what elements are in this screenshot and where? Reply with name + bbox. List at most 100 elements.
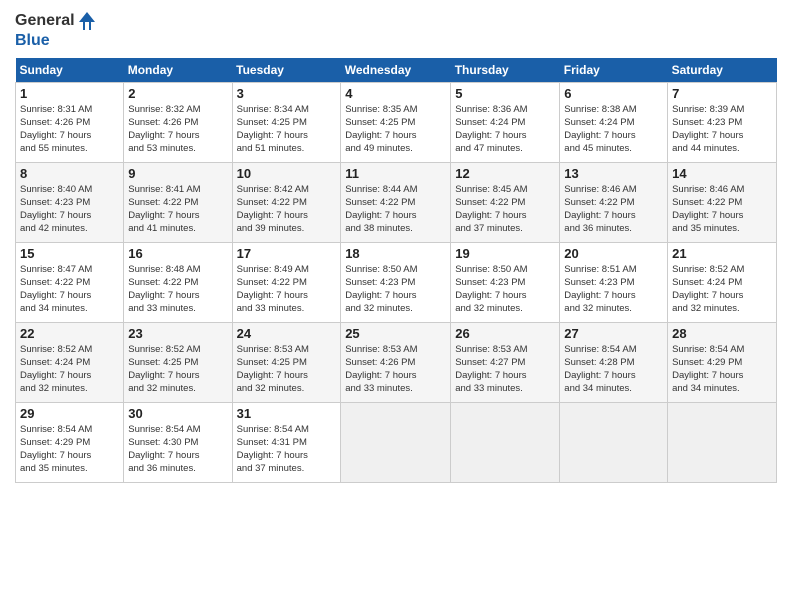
- calendar-week-2: 8 Sunrise: 8:40 AM Sunset: 4:23 PM Daylig…: [16, 162, 777, 242]
- day-info: Sunrise: 8:54 AM Sunset: 4:30 PM Dayligh…: [128, 423, 227, 476]
- calendar-week-3: 15Sunrise: 8:47 AM Sunset: 4:22 PM Dayli…: [16, 242, 777, 322]
- day-info: Sunrise: 8:52 AM Sunset: 4:25 PM Dayligh…: [128, 343, 227, 396]
- page-header: General Blue: [15, 10, 777, 50]
- calendar-cell: [560, 402, 668, 482]
- day-number: 17: [237, 246, 337, 261]
- calendar-cell: 14Sunrise: 8:46 AM Sunset: 4:22 PM Dayli…: [668, 162, 777, 242]
- day-number: 27: [564, 326, 663, 341]
- calendar-cell: 15Sunrise: 8:47 AM Sunset: 4:22 PM Dayli…: [16, 242, 124, 322]
- calendar-cell: 18 Sunrise: 8:50 AM Sunset: 4:23 PM Dayli…: [341, 242, 451, 322]
- day-info: Sunrise: 8:54 AM Sunset: 4:29 PM Dayligh…: [20, 423, 119, 476]
- calendar-cell: 17 Sunrise: 8:49 AM Sunset: 4:22 PM Dayli…: [232, 242, 341, 322]
- calendar-week-4: 22 Sunrise: 8:52 AM Sunset: 4:24 PM Dayli…: [16, 322, 777, 402]
- calendar-cell: 30 Sunrise: 8:54 AM Sunset: 4:30 PM Dayli…: [124, 402, 232, 482]
- weekday-header-thursday: Thursday: [451, 58, 560, 83]
- day-info: Sunrise: 8:53 AM Sunset: 4:27 PM Dayligh…: [455, 343, 555, 396]
- calendar-week-1: 1Sunrise: 8:31 AM Sunset: 4:26 PM Daylig…: [16, 82, 777, 162]
- calendar-cell: 28 Sunrise: 8:54 AM Sunset: 4:29 PM Dayli…: [668, 322, 777, 402]
- calendar-cell: 3 Sunrise: 8:34 AM Sunset: 4:25 PM Daylig…: [232, 82, 341, 162]
- day-info: Sunrise: 8:38 AM Sunset: 4:24 PM Dayligh…: [564, 103, 663, 156]
- day-number: 18: [345, 246, 446, 261]
- weekday-header-monday: Monday: [124, 58, 232, 83]
- calendar-cell: 22 Sunrise: 8:52 AM Sunset: 4:24 PM Dayli…: [16, 322, 124, 402]
- calendar-cell: 31 Sunrise: 8:54 AM Sunset: 4:31 PM Dayli…: [232, 402, 341, 482]
- calendar-cell: 9 Sunrise: 8:41 AM Sunset: 4:22 PM Daylig…: [124, 162, 232, 242]
- day-number: 5: [455, 86, 555, 101]
- day-number: 24: [237, 326, 337, 341]
- day-number: 9: [128, 166, 227, 181]
- day-info: Sunrise: 8:54 AM Sunset: 4:29 PM Dayligh…: [672, 343, 772, 396]
- calendar-cell: 1Sunrise: 8:31 AM Sunset: 4:26 PM Daylig…: [16, 82, 124, 162]
- day-info: Sunrise: 8:48 AM Sunset: 4:22 PM Dayligh…: [128, 263, 227, 316]
- calendar-cell: 6 Sunrise: 8:38 AM Sunset: 4:24 PM Daylig…: [560, 82, 668, 162]
- day-info: Sunrise: 8:50 AM Sunset: 4:23 PM Dayligh…: [345, 263, 446, 316]
- day-number: 1: [20, 86, 119, 101]
- day-number: 13: [564, 166, 663, 181]
- logo-arrow-icon: [77, 10, 97, 32]
- logo-blue: Blue: [15, 32, 97, 50]
- day-number: 3: [237, 86, 337, 101]
- day-info: Sunrise: 8:41 AM Sunset: 4:22 PM Dayligh…: [128, 183, 227, 236]
- day-info: Sunrise: 8:51 AM Sunset: 4:23 PM Dayligh…: [564, 263, 663, 316]
- day-number: 2: [128, 86, 227, 101]
- page-container: General Blue SundayMondayTuesdayWednesda…: [0, 0, 792, 493]
- day-info: Sunrise: 8:52 AM Sunset: 4:24 PM Dayligh…: [20, 343, 119, 396]
- calendar-cell: 4Sunrise: 8:35 AM Sunset: 4:25 PM Daylig…: [341, 82, 451, 162]
- logo: General Blue: [15, 10, 97, 50]
- day-number: 11: [345, 166, 446, 181]
- weekday-header-tuesday: Tuesday: [232, 58, 341, 83]
- day-number: 31: [237, 406, 337, 421]
- day-info: Sunrise: 8:53 AM Sunset: 4:25 PM Dayligh…: [237, 343, 337, 396]
- day-info: Sunrise: 8:42 AM Sunset: 4:22 PM Dayligh…: [237, 183, 337, 236]
- calendar-cell: 13Sunrise: 8:46 AM Sunset: 4:22 PM Dayli…: [560, 162, 668, 242]
- calendar-cell: 19Sunrise: 8:50 AM Sunset: 4:23 PM Dayli…: [451, 242, 560, 322]
- day-info: Sunrise: 8:44 AM Sunset: 4:22 PM Dayligh…: [345, 183, 446, 236]
- day-info: Sunrise: 8:45 AM Sunset: 4:22 PM Dayligh…: [455, 183, 555, 236]
- day-number: 22: [20, 326, 119, 341]
- day-number: 19: [455, 246, 555, 261]
- day-number: 14: [672, 166, 772, 181]
- day-info: Sunrise: 8:49 AM Sunset: 4:22 PM Dayligh…: [237, 263, 337, 316]
- calendar-cell: 29 Sunrise: 8:54 AM Sunset: 4:29 PM Dayli…: [16, 402, 124, 482]
- calendar-cell: 20 Sunrise: 8:51 AM Sunset: 4:23 PM Dayli…: [560, 242, 668, 322]
- day-number: 26: [455, 326, 555, 341]
- calendar-table: SundayMondayTuesdayWednesdayThursdayFrid…: [15, 58, 777, 483]
- day-number: 29: [20, 406, 119, 421]
- calendar-cell: [341, 402, 451, 482]
- weekday-header-saturday: Saturday: [668, 58, 777, 83]
- day-number: 7: [672, 86, 772, 101]
- day-number: 10: [237, 166, 337, 181]
- calendar-cell: 16 Sunrise: 8:48 AM Sunset: 4:22 PM Dayli…: [124, 242, 232, 322]
- logo-general: General: [15, 12, 75, 30]
- weekday-header-sunday: Sunday: [16, 58, 124, 83]
- calendar-header-row: SundayMondayTuesdayWednesdayThursdayFrid…: [16, 58, 777, 83]
- day-number: 16: [128, 246, 227, 261]
- weekday-header-friday: Friday: [560, 58, 668, 83]
- calendar-cell: 8 Sunrise: 8:40 AM Sunset: 4:23 PM Daylig…: [16, 162, 124, 242]
- day-number: 6: [564, 86, 663, 101]
- day-number: 8: [20, 166, 119, 181]
- day-info: Sunrise: 8:32 AM Sunset: 4:26 PM Dayligh…: [128, 103, 227, 156]
- calendar-cell: 25Sunrise: 8:53 AM Sunset: 4:26 PM Dayli…: [341, 322, 451, 402]
- day-number: 4: [345, 86, 446, 101]
- day-number: 25: [345, 326, 446, 341]
- day-number: 23: [128, 326, 227, 341]
- day-number: 20: [564, 246, 663, 261]
- calendar-cell: [451, 402, 560, 482]
- day-info: Sunrise: 8:39 AM Sunset: 4:23 PM Dayligh…: [672, 103, 772, 156]
- day-number: 30: [128, 406, 227, 421]
- day-info: Sunrise: 8:54 AM Sunset: 4:31 PM Dayligh…: [237, 423, 337, 476]
- day-info: Sunrise: 8:36 AM Sunset: 4:24 PM Dayligh…: [455, 103, 555, 156]
- calendar-cell: 24 Sunrise: 8:53 AM Sunset: 4:25 PM Dayli…: [232, 322, 341, 402]
- day-number: 15: [20, 246, 119, 261]
- day-number: 12: [455, 166, 555, 181]
- day-info: Sunrise: 8:40 AM Sunset: 4:23 PM Dayligh…: [20, 183, 119, 236]
- day-number: 21: [672, 246, 772, 261]
- day-number: 28: [672, 326, 772, 341]
- day-info: Sunrise: 8:34 AM Sunset: 4:25 PM Dayligh…: [237, 103, 337, 156]
- day-info: Sunrise: 8:52 AM Sunset: 4:24 PM Dayligh…: [672, 263, 772, 316]
- calendar-cell: [668, 402, 777, 482]
- weekday-header-wednesday: Wednesday: [341, 58, 451, 83]
- calendar-week-5: 29 Sunrise: 8:54 AM Sunset: 4:29 PM Dayli…: [16, 402, 777, 482]
- calendar-cell: 10 Sunrise: 8:42 AM Sunset: 4:22 PM Dayli…: [232, 162, 341, 242]
